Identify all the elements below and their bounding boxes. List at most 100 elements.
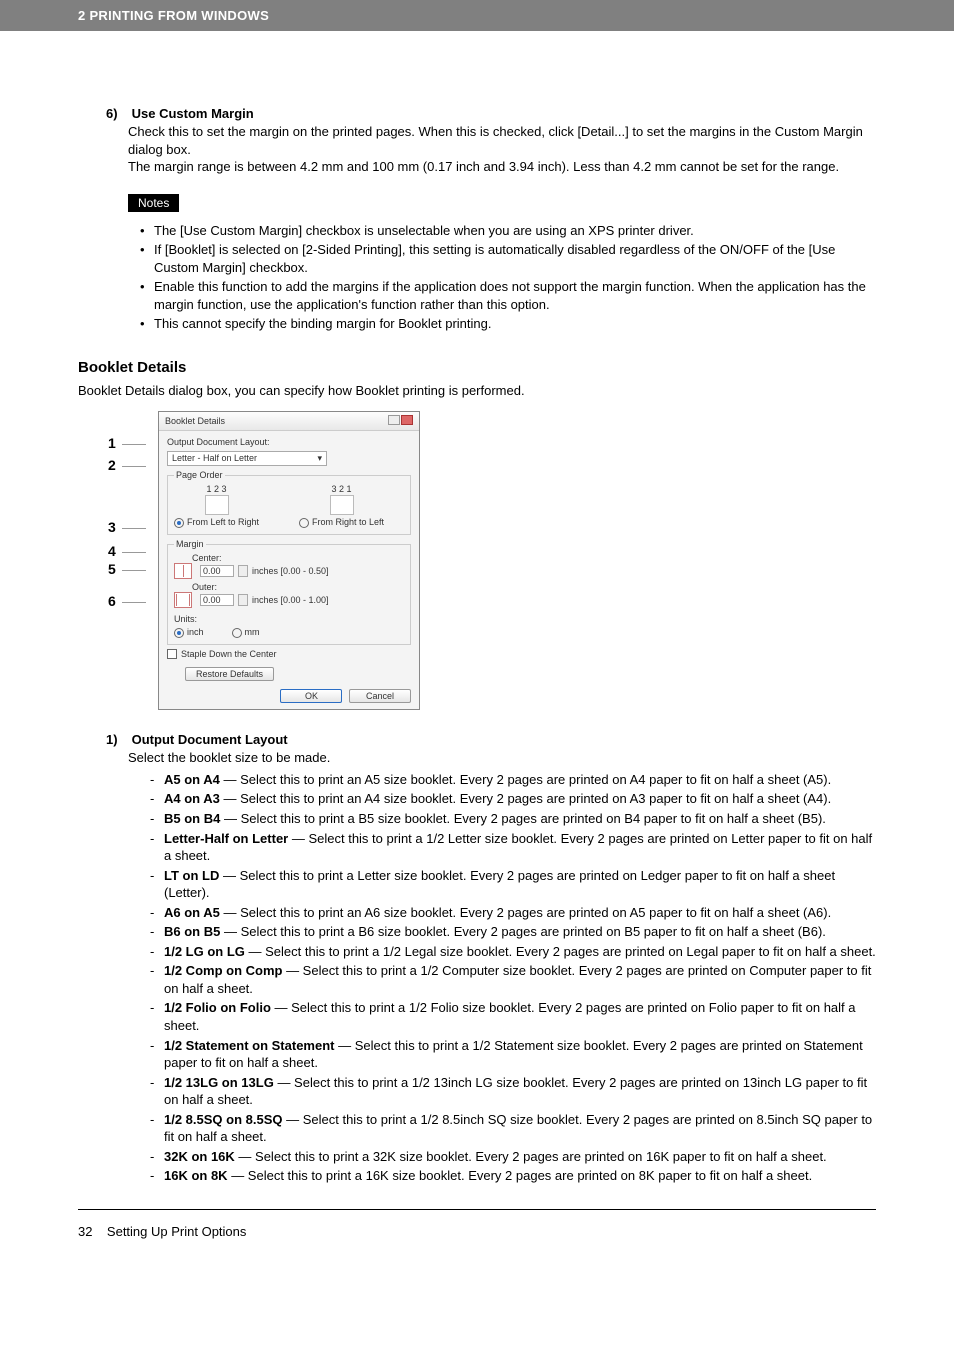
layout-name: 1/2 Folio on Folio xyxy=(164,1000,271,1015)
item-6-p1: Check this to set the margin on the prin… xyxy=(128,123,876,158)
item-1-number: 1) xyxy=(106,732,128,747)
item-1-sub: Select the booklet size to be made. xyxy=(128,749,876,767)
callout-column: 1 2 3 4 5 6 xyxy=(108,411,158,710)
rtl-label: From Right to Left xyxy=(312,517,384,527)
callout-2: 2 xyxy=(108,457,116,473)
ltr-icon xyxy=(205,495,229,515)
layout-name: A5 on A4 xyxy=(164,772,220,787)
units-label: Units: xyxy=(174,614,404,624)
center-margin-icon xyxy=(174,563,192,579)
layout-name: 16K on 8K xyxy=(164,1168,228,1183)
staple-label: Staple Down the Center xyxy=(181,649,277,659)
layout-desc: — Select this to print a 32K size bookle… xyxy=(235,1149,827,1164)
ok-button[interactable]: OK xyxy=(280,689,342,703)
close-icon[interactable] xyxy=(401,415,413,425)
layout-option: 1/2 13LG on 13LG — Select this to print … xyxy=(146,1074,876,1109)
page-footer: 32 Setting Up Print Options xyxy=(78,1224,876,1239)
booklet-details-sub: Booklet Details dialog box, you can spec… xyxy=(78,382,876,400)
mm-radio[interactable] xyxy=(232,628,242,638)
ltr-seq: 1 2 3 xyxy=(174,484,259,494)
inch-radio[interactable] xyxy=(174,628,184,638)
layout-name: A6 on A5 xyxy=(164,905,220,920)
page-number: 32 xyxy=(78,1224,92,1239)
booklet-details-dialog: Booklet Details Output Document Layout: … xyxy=(158,411,420,710)
layout-option: 16K on 8K — Select this to print a 16K s… xyxy=(146,1167,876,1185)
layout-option: B6 on B5 — Select this to print a B6 siz… xyxy=(146,923,876,941)
layout-desc: — Select this to print an A4 size bookle… xyxy=(220,791,831,806)
footer-title: Setting Up Print Options xyxy=(107,1224,246,1239)
inch-label: inch xyxy=(187,627,204,637)
layout-name: Letter-Half on Letter xyxy=(164,831,288,846)
layout-name: B5 on B4 xyxy=(164,811,220,826)
layout-name: B6 on B5 xyxy=(164,924,220,939)
spinner-arrows[interactable] xyxy=(238,594,248,606)
layout-option: Letter-Half on Letter — Select this to p… xyxy=(146,830,876,865)
layout-option: LT on LD — Select this to print a Letter… xyxy=(146,867,876,902)
layout-option: 1/2 LG on LG — Select this to print a 1/… xyxy=(146,943,876,961)
layout-option: A6 on A5 — Select this to print an A6 si… xyxy=(146,904,876,922)
layout-desc: — Select this to print an A6 size bookle… xyxy=(220,905,831,920)
layout-name: 1/2 LG on LG xyxy=(164,944,245,959)
layout-name: 1/2 8.5SQ on 8.5SQ xyxy=(164,1112,283,1127)
footer-rule xyxy=(78,1209,876,1210)
layout-desc: — Select this to print a Letter size boo… xyxy=(164,868,835,901)
spinner-arrows[interactable] xyxy=(238,565,248,577)
item-6-heading: 6) Use Custom Margin xyxy=(106,106,876,121)
layout-name: LT on LD xyxy=(164,868,219,883)
note-item: This cannot specify the binding margin f… xyxy=(140,315,876,333)
note-item: The [Use Custom Margin] checkbox is unse… xyxy=(140,222,876,240)
layout-option: A4 on A3 — Select this to print an A4 si… xyxy=(146,790,876,808)
window-buttons[interactable] xyxy=(387,415,413,427)
chapter-header: 2 PRINTING FROM WINDOWS xyxy=(0,0,954,31)
layout-desc: — Select this to print an A5 size bookle… xyxy=(220,772,831,787)
center-label: Center: xyxy=(192,553,404,563)
layout-desc: — Select this to print a B5 size booklet… xyxy=(220,811,826,826)
output-layout-select[interactable]: Letter - Half on Letter ▾ xyxy=(167,451,327,466)
outer-value[interactable]: 0.00 xyxy=(200,594,234,606)
layout-name: 32K on 16K xyxy=(164,1149,235,1164)
item-6-number: 6) xyxy=(106,106,128,121)
callout-3: 3 xyxy=(108,519,116,535)
margin-legend: Margin xyxy=(174,539,206,549)
outer-range: inches [0.00 - 1.00] xyxy=(252,595,329,605)
staple-checkbox[interactable] xyxy=(167,649,177,659)
layout-option: 32K on 16K — Select this to print a 32K … xyxy=(146,1148,876,1166)
layout-options-list: A5 on A4 — Select this to print an A5 si… xyxy=(146,771,876,1185)
layout-option: 1/2 Folio on Folio — Select this to prin… xyxy=(146,999,876,1034)
booklet-details-title: Booklet Details xyxy=(78,359,876,376)
note-item: If [Booklet] is selected on [2-Sided Pri… xyxy=(140,241,876,276)
item-6-title: Use Custom Margin xyxy=(132,106,254,121)
layout-name: 1/2 Comp on Comp xyxy=(164,963,282,978)
notes-list: The [Use Custom Margin] checkbox is unse… xyxy=(128,222,876,333)
callout-1: 1 xyxy=(108,435,116,451)
chevron-down-icon: ▾ xyxy=(317,453,322,464)
layout-name: A4 on A3 xyxy=(164,791,220,806)
cancel-button[interactable]: Cancel xyxy=(349,689,411,703)
item-6-p2: The margin range is between 4.2 mm and 1… xyxy=(128,158,876,176)
layout-option: B5 on B4 — Select this to print a B5 siz… xyxy=(146,810,876,828)
callout-6: 6 xyxy=(108,593,116,609)
layout-option: A5 on A4 — Select this to print an A5 si… xyxy=(146,771,876,789)
outer-margin-icon xyxy=(174,592,192,608)
layout-desc: — Select this to print a 16K size bookle… xyxy=(228,1168,813,1183)
output-layout-label: Output Document Layout: xyxy=(167,437,411,447)
restore-defaults-button[interactable]: Restore Defaults xyxy=(185,667,274,681)
layout-option: 1/2 Statement on Statement — Select this… xyxy=(146,1037,876,1072)
page-order-legend: Page Order xyxy=(174,470,225,480)
callout-4: 4 xyxy=(108,543,116,559)
callout-5: 5 xyxy=(108,561,116,577)
ltr-radio[interactable] xyxy=(174,518,184,528)
rtl-seq: 3 2 1 xyxy=(299,484,384,494)
mm-label: mm xyxy=(245,627,260,637)
layout-option: 1/2 Comp on Comp — Select this to print … xyxy=(146,962,876,997)
outer-label: Outer: xyxy=(192,582,404,592)
center-range: inches [0.00 - 0.50] xyxy=(252,566,329,576)
layout-name: 1/2 13LG on 13LG xyxy=(164,1075,274,1090)
output-layout-value: Letter - Half on Letter xyxy=(172,453,257,464)
layout-name: 1/2 Statement on Statement xyxy=(164,1038,335,1053)
notes-label: Notes xyxy=(128,194,179,212)
rtl-radio[interactable] xyxy=(299,518,309,528)
note-item: Enable this function to add the margins … xyxy=(140,278,876,313)
center-value[interactable]: 0.00 xyxy=(200,565,234,577)
item-1-title: Output Document Layout xyxy=(132,732,288,747)
